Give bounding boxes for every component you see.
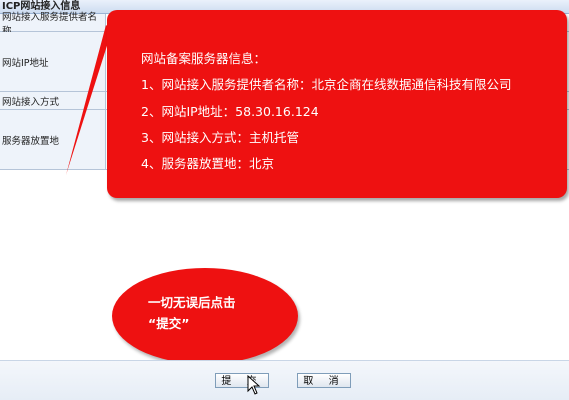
mouse-cursor-icon xyxy=(247,375,261,395)
server-location-label: 服务器放置地 xyxy=(0,110,106,169)
button-bar: 提 交 取 消 xyxy=(0,360,569,400)
callout-line-location: 4、服务器放置地：北京 xyxy=(141,156,274,171)
callout-line-provider: 1、网站接入服务提供者名称：北京企商在线数据通信科技有限公司 xyxy=(141,77,512,92)
callout-line-access-method: 3、网站接入方式：主机托管 xyxy=(141,130,299,145)
provider-name-label: 网站接入服务提供者名称 xyxy=(0,12,106,37)
hint-line-2: “提交” xyxy=(148,316,190,331)
cancel-button[interactable]: 取 消 xyxy=(297,373,351,388)
hint-line-1: 一切无误后点击 xyxy=(148,295,236,310)
submit-hint-bubble: 一切无误后点击 “提交” xyxy=(112,268,298,364)
callout-title: 网站备案服务器信息： xyxy=(141,51,267,66)
access-method-label: 网站接入方式 xyxy=(0,92,106,109)
callout-line-ip: 2、网站IP地址：58.30.16.124 xyxy=(141,104,319,119)
ip-address-label: 网站IP地址 xyxy=(0,32,106,91)
server-info-callout: 网站备案服务器信息： 1、网站接入服务提供者名称：北京企商在线数据通信科技有限公… xyxy=(107,10,567,198)
